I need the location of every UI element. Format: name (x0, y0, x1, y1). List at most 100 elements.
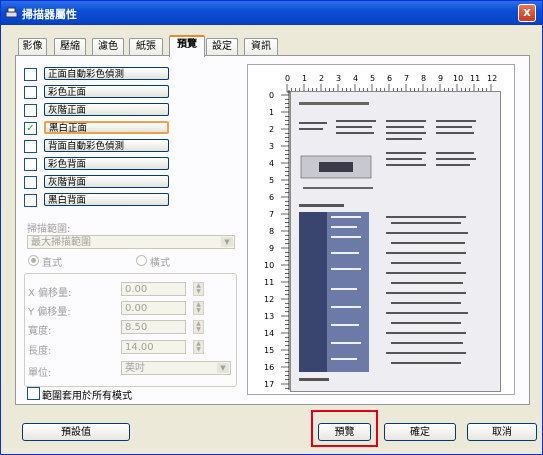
ruler-h-label: 2 (319, 74, 324, 83)
apply-all-label: 範圍套用於所有模式 (42, 391, 132, 402)
title-bar: 掃描器屬性 x (1, 1, 542, 25)
ruler-h-label: 8 (421, 74, 426, 83)
width-input[interactable]: 8.50 (121, 320, 186, 334)
image-type-button[interactable]: 彩色背面 (44, 157, 169, 170)
image-type-button[interactable]: 彩色正面 (44, 85, 169, 98)
ruler-v-label: 5 (269, 176, 274, 185)
ruler-v-label: 2 (269, 125, 274, 134)
preview-page-image (290, 91, 501, 392)
apply-all-checkbox[interactable] (27, 387, 40, 400)
ruler-h-label: 7 (404, 74, 409, 83)
ruler-v-label: 7 (269, 210, 274, 219)
ruler-h-label: 10 (453, 74, 463, 83)
ruler-h-label: 4 (353, 74, 358, 83)
tab-settings[interactable]: 設定 (206, 38, 238, 55)
ruler-v-label: 1 (269, 108, 274, 117)
image-type-checkbox[interactable] (24, 194, 37, 207)
ruler-v-label: 3 (269, 142, 274, 151)
tab-color-dropout[interactable]: 濾色 (92, 38, 124, 55)
image-type-row: 正面自動彩色偵測 (24, 67, 174, 81)
tab-compression[interactable]: 壓縮 (54, 38, 86, 55)
unit-label: 單位: (28, 368, 52, 379)
length-label: 長度: (28, 346, 52, 357)
scan-area-select[interactable]: 最大掃描範圍 ▼ (27, 235, 235, 249)
tab-preview[interactable]: 預覽 (169, 35, 205, 57)
image-type-button[interactable]: 黑白背面 (44, 193, 169, 206)
close-button[interactable]: x (518, 4, 536, 22)
tab-paper[interactable]: 紙張 (129, 38, 163, 55)
horizontal-ruler: 0 1 2 3 4 5 6 7 8 9 10 11 12 (285, 74, 497, 93)
image-type-row: 彩色正面 (24, 85, 174, 99)
ruler-v-label: 9 (269, 244, 274, 253)
ruler-h-label: 1 (302, 74, 307, 83)
window-title: 掃描器屬性 (22, 8, 77, 21)
chevron-down-icon: ▼ (221, 237, 233, 247)
image-type-checkbox[interactable] (24, 140, 37, 153)
image-type-row: 背面自動彩色偵測 (24, 139, 174, 153)
unit-select[interactable]: 英吋 ▼ (121, 361, 231, 375)
scan-area-value: 最大掃描範圍 (31, 237, 91, 248)
preview-button-highlight (311, 410, 378, 447)
ruler-h-label: 9 (438, 74, 443, 83)
y-offset-input[interactable]: 0.00 (121, 301, 186, 315)
x-offset-label: X 偏移量: (28, 288, 72, 299)
landscape-label: 橫式 (150, 258, 170, 269)
image-type-checkbox[interactable] (24, 86, 37, 99)
scanner-app-icon (5, 7, 18, 18)
image-type-checkbox-checked[interactable]: ✓ (24, 122, 37, 135)
image-type-button[interactable]: 灰階正面 (44, 103, 169, 116)
tab-info[interactable]: 資訊 (244, 38, 278, 55)
scan-area-label: 掃描範圍: (27, 224, 71, 235)
ruler-v-label: 10 (264, 261, 274, 270)
y-offset-stepper[interactable]: ▲ ▼ (193, 301, 204, 315)
y-offset-label: Y 偏移量: (28, 307, 71, 318)
ruler-v-label: 4 (269, 159, 274, 168)
landscape-radio[interactable] (136, 255, 147, 266)
ruler-h-label: 12 (487, 74, 497, 83)
cancel-button[interactable]: 取消 (467, 423, 537, 441)
image-type-row: ✓ 黑白正面 (24, 121, 174, 135)
ruler-v-label: 8 (269, 227, 274, 236)
chevron-down-icon: ▼ (217, 363, 229, 373)
width-label: 寬度: (28, 326, 52, 337)
tab-image[interactable]: 影像 (18, 38, 47, 55)
x-offset-input[interactable]: 0.00 (121, 282, 186, 296)
image-type-checkbox[interactable] (24, 176, 37, 189)
vertical-ruler: 0 1 2 3 4 5 6 7 8 9 10 11 12 13 14 15 16… (264, 90, 290, 390)
defaults-button[interactable]: 預設值 (22, 423, 130, 441)
length-input[interactable]: 14.00 (121, 340, 186, 354)
image-type-button[interactable]: 灰階背面 (44, 175, 169, 188)
image-type-row: 灰階背面 (24, 175, 174, 189)
ruler-v-label: 0 (269, 91, 274, 100)
ruler-v-label: 13 (264, 312, 274, 321)
image-type-row: 灰階正面 (24, 103, 174, 117)
ruler-h-label: 11 (470, 74, 480, 83)
width-stepper[interactable]: ▲ ▼ (193, 320, 204, 334)
tab-bar: 影像 壓縮 濾色 紙張 預覽 設定 資訊 (1, 35, 542, 57)
ruler-h-label: 5 (370, 74, 375, 83)
unit-value: 英吋 (125, 363, 145, 374)
image-type-row: 黑白背面 (24, 193, 174, 207)
image-type-button[interactable]: 背面自動彩色偵測 (44, 139, 169, 152)
ruler-v-label: 14 (264, 329, 274, 338)
portrait-radio[interactable] (28, 255, 39, 266)
ruler-v-label: 12 (264, 295, 274, 304)
ok-button[interactable]: 確定 (384, 423, 456, 441)
image-type-button[interactable]: 正面自動彩色偵測 (44, 67, 169, 80)
close-icon: x (523, 5, 531, 19)
image-type-row: 彩色背面 (24, 157, 174, 171)
length-stepper[interactable]: ▲ ▼ (193, 340, 204, 354)
ruler-v-label: 15 (264, 346, 274, 355)
ruler-v-label: 11 (264, 278, 274, 287)
ruler-v-label: 17 (264, 380, 274, 389)
ruler-v-label: 6 (269, 193, 274, 202)
x-offset-stepper[interactable]: ▲ ▼ (193, 282, 204, 296)
ruler-h-label: 0 (285, 74, 290, 83)
properties-window: 掃描器屬性 x 影像 壓縮 濾色 紙張 預覽 設定 資訊 正面自動彩色偵測 彩色… (0, 0, 543, 455)
image-type-button-selected[interactable]: 黑白正面 (44, 121, 169, 134)
portrait-label: 直式 (42, 258, 62, 269)
image-type-checkbox[interactable] (24, 68, 37, 81)
image-type-checkbox[interactable] (24, 158, 37, 171)
image-type-checkbox[interactable] (24, 104, 37, 117)
ruler-h-label: 3 (336, 74, 341, 83)
